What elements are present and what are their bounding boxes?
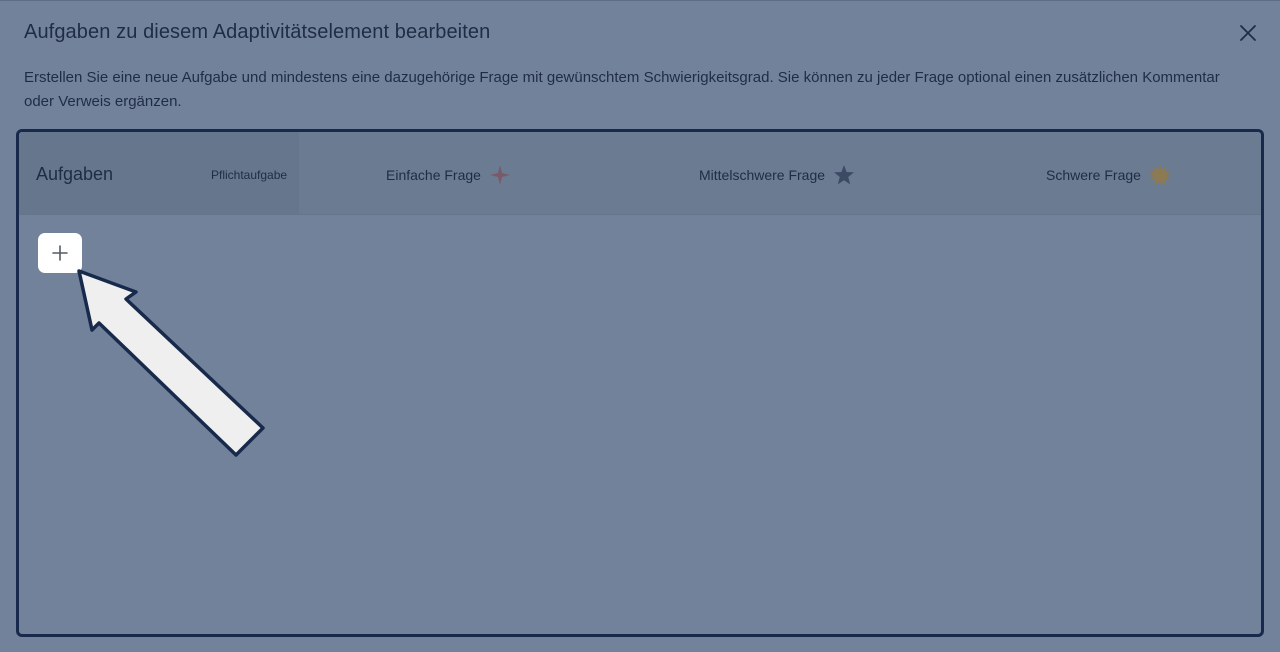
edit-tasks-dialog: Aufgaben zu diesem Adaptivitätselement b… [0,0,1280,651]
arrow-pointer-icon [77,269,265,457]
